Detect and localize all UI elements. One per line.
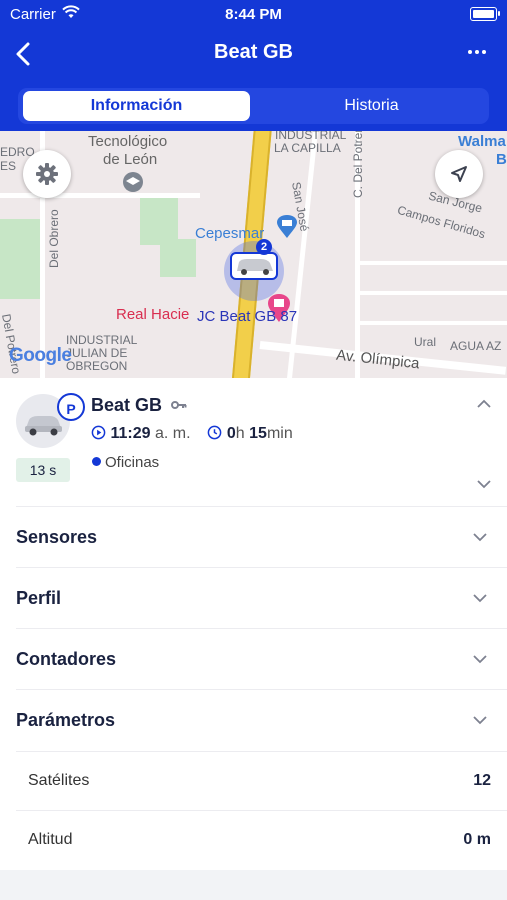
park-area <box>160 239 196 277</box>
section-label: Sensores <box>16 527 98 547</box>
vehicle-map-label: JC Beat GB 87 <box>197 308 298 325</box>
play-circle-icon <box>91 425 106 440</box>
last-time-value: 11:29 <box>110 425 151 442</box>
chevron-up-icon[interactable] <box>477 399 491 408</box>
map-label: JULIAN DE <box>66 346 128 360</box>
chevron-down-icon[interactable] <box>477 480 491 489</box>
map-label: Av. Olímpica <box>335 346 421 373</box>
park-area <box>0 219 42 299</box>
map-label: Del Obrero <box>47 209 61 268</box>
elapsed-h-unit: h <box>235 425 245 442</box>
section-label: Parámetros <box>16 710 116 730</box>
param-label: Altitud <box>28 831 73 848</box>
elapsed-min-unit: min <box>266 425 293 442</box>
section-label: Perfil <box>16 588 62 608</box>
map-label: INDUSTRIAL <box>66 333 138 347</box>
map-settings-button[interactable] <box>23 150 71 198</box>
road <box>0 193 200 198</box>
parking-status-badge: P <box>57 393 85 421</box>
param-row-altitud: Altitud 0 m <box>16 810 507 870</box>
map-label: de León <box>103 151 158 168</box>
param-value: 12 <box>473 772 491 789</box>
map-label: ES <box>0 159 17 173</box>
map-view[interactable]: EDRO ES Tecnológico de León INDUSTRIAL L… <box>0 131 507 378</box>
road <box>360 261 507 265</box>
chevron-down-icon <box>473 594 487 603</box>
param-row-satelites: Satélites 12 <box>16 751 507 811</box>
locate-button[interactable] <box>435 150 483 198</box>
vehicle-summary[interactable]: P 13 s Beat GB 11:29 a. m. 0h 15min Ofic… <box>0 378 507 506</box>
location-dot <box>92 457 101 466</box>
tab-historia[interactable]: Historia <box>258 91 485 121</box>
section-perfil[interactable]: Perfil <box>16 567 507 629</box>
road <box>360 291 507 295</box>
param-value: 0 m <box>463 831 491 848</box>
section-label: Contadores <box>16 649 117 669</box>
park-area <box>140 193 178 245</box>
elapsed-hours: 0 <box>226 425 236 442</box>
road <box>287 131 318 378</box>
status-bar: Carrier 8:44 PM <box>0 0 507 28</box>
location-row: Oficinas <box>92 454 159 471</box>
chevron-down-icon <box>473 716 487 725</box>
shop-pin-icon <box>277 215 297 238</box>
elapsed-minutes: 15 <box>249 425 267 442</box>
gear-icon <box>36 163 58 185</box>
google-logo: Google <box>9 345 72 366</box>
key-icon <box>171 401 187 409</box>
map-label: Tecnológico <box>88 133 168 150</box>
nav-bar: Beat GB <box>0 34 507 74</box>
map-label: Real Hacie <box>116 306 190 323</box>
duration-tag: 13 s <box>16 458 70 482</box>
more-options-icon[interactable] <box>465 40 489 64</box>
chevron-down-icon <box>473 533 487 542</box>
last-time-suffix: a. m. <box>154 425 191 442</box>
clock-icon <box>208 425 222 440</box>
battery-icon <box>470 7 500 21</box>
map-label: Ural <box>414 335 437 349</box>
map-label: C. Del Potrero <box>351 131 365 198</box>
map-label: LA CAPILLA <box>274 141 341 155</box>
vehicle-info-card: P 13 s Beat GB 11:29 a. m. 0h 15min Ofic… <box>0 378 507 870</box>
vehicle-name: Beat GB <box>91 395 163 415</box>
map-label: Cepesmar <box>195 225 265 242</box>
chevron-down-icon <box>473 655 487 664</box>
section-contadores[interactable]: Contadores <box>16 628 507 690</box>
section-parametros[interactable]: Parámetros <box>16 689 507 751</box>
section-sensores[interactable]: Sensores <box>16 506 507 568</box>
map-label: OBREGON <box>66 359 128 373</box>
road <box>360 321 507 325</box>
navigation-arrow-icon <box>451 166 467 182</box>
tab-informacion[interactable]: Información <box>23 91 250 121</box>
location-name: Oficinas <box>105 454 160 471</box>
school-pin-icon <box>123 172 143 192</box>
time-row: 11:29 a. m. 0h 15min <box>91 425 293 443</box>
car-marker-icon[interactable] <box>229 249 279 283</box>
clock: 8:44 PM <box>225 6 282 23</box>
map-label: B <box>496 151 507 168</box>
map-label: AGUA AZ <box>450 339 502 353</box>
app-header: Carrier 8:44 PM Beat GB Información Hist… <box>0 0 507 131</box>
segmented-control: Información Historia <box>18 88 489 124</box>
cluster-badge[interactable]: 2 <box>256 239 272 255</box>
param-label: Satélites <box>28 772 90 789</box>
page-title: Beat GB <box>214 41 293 63</box>
map-label: Walma <box>458 133 506 150</box>
